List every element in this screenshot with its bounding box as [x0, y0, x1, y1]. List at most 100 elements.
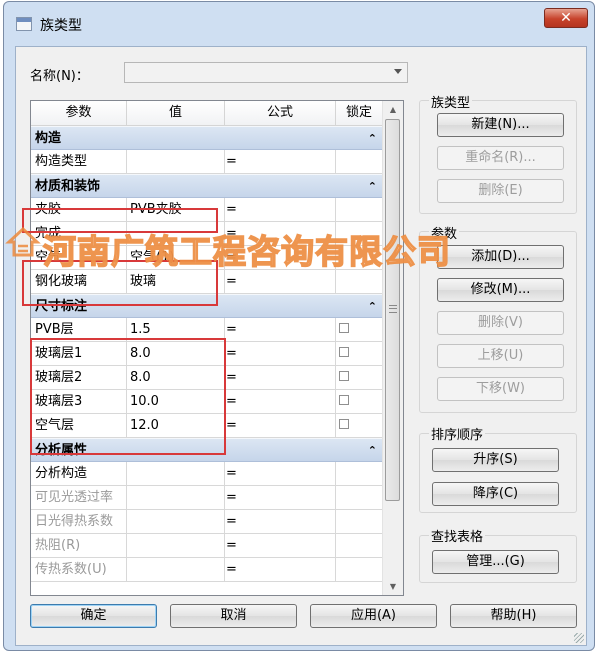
table-row[interactable]: 可见光透过率 = [31, 486, 383, 510]
dialog-window: 族类型 ✕ 名称(N)： 参数 值 公式 锁定 构造 ⌃ 构造类型 = 材质和装饰 ⌃… [3, 1, 595, 651]
param-formula[interactable]: = [225, 486, 336, 509]
apply-button[interactable]: 应用(A) [310, 604, 437, 628]
rename-type-button[interactable]: 重命名(R)... [437, 146, 564, 170]
table-row[interactable]: PVB层 1.5 = [31, 318, 383, 342]
lock-checkbox[interactable] [339, 395, 349, 405]
sort-descending-button[interactable]: 降序(C) [432, 482, 559, 506]
table-row[interactable]: 玻璃层2 8.0 = [31, 366, 383, 390]
param-name: 热阻(R) [31, 534, 127, 557]
param-formula[interactable]: = [225, 246, 336, 269]
lock-checkbox[interactable] [339, 323, 349, 333]
scroll-thumb[interactable] [385, 119, 400, 501]
collapse-icon[interactable]: ⌃ [368, 295, 377, 319]
move-up-button[interactable]: 上移(U) [437, 344, 564, 368]
column-header-lock[interactable]: 锁定 [336, 101, 383, 125]
param-name: 玻璃层1 [31, 342, 127, 365]
param-value[interactable]: 空气(1) [127, 246, 225, 269]
manage-lookup-button[interactable]: 管理...(G) [432, 550, 559, 574]
vertical-scrollbar[interactable]: ▲ ▼ [382, 101, 403, 595]
table-row[interactable]: 夹胶 PVB夹胶 = [31, 198, 383, 222]
collapse-icon[interactable]: ⌃ [368, 127, 377, 151]
table-row[interactable]: 构造类型 = [31, 150, 383, 174]
lock-checkbox[interactable] [339, 347, 349, 357]
title-bar[interactable]: 族类型 ✕ [4, 2, 594, 46]
ok-button[interactable]: 确定 [30, 604, 157, 628]
dialog-client-area: 名称(N)： 参数 值 公式 锁定 构造 ⌃ 构造类型 = 材质和装饰 ⌃ 夹胶 PVB… [15, 46, 587, 646]
param-value[interactable] [127, 534, 225, 557]
param-value[interactable] [127, 222, 225, 245]
param-value[interactable]: 8.0 [127, 342, 225, 365]
param-formula[interactable]: = [225, 534, 336, 557]
collapse-icon[interactable]: ⌃ [368, 439, 377, 463]
param-formula[interactable]: = [225, 366, 336, 389]
column-header-formula[interactable]: 公式 [225, 101, 336, 125]
param-formula[interactable]: = [225, 198, 336, 221]
add-parameter-button[interactable]: 添加(D)... [437, 245, 564, 269]
table-row[interactable]: 空气 空气(1) = [31, 246, 383, 270]
delete-parameter-button[interactable]: 删除(V) [437, 311, 564, 335]
group-header-analysis[interactable]: 分析属性 ⌃ [31, 438, 383, 462]
table-row[interactable]: 传热系数(U) = [31, 558, 383, 582]
new-type-button[interactable]: 新建(N)... [437, 113, 564, 137]
table-row[interactable]: 完成 = [31, 222, 383, 246]
sort-ascending-button[interactable]: 升序(S) [432, 448, 559, 472]
table-row[interactable]: 玻璃层3 10.0 = [31, 390, 383, 414]
param-value[interactable] [127, 558, 225, 581]
param-formula[interactable]: = [225, 342, 336, 365]
help-button[interactable]: 帮助(H) [450, 604, 577, 628]
param-value[interactable]: 10.0 [127, 390, 225, 413]
scroll-up-icon[interactable]: ▲ [383, 101, 403, 118]
grid-rows: 构造 ⌃ 构造类型 = 材质和装饰 ⌃ 夹胶 PVB夹胶 = 完成 = 空气 空气(1) = 钢… [31, 126, 383, 582]
param-value[interactable]: 8.0 [127, 366, 225, 389]
param-formula[interactable]: = [225, 414, 336, 437]
column-header-param[interactable]: 参数 [31, 101, 127, 125]
table-row[interactable]: 日光得热系数 = [31, 510, 383, 534]
table-row[interactable]: 空气层 12.0 = [31, 414, 383, 438]
group-title: 分析属性 [35, 443, 88, 458]
param-value[interactable]: 12.0 [127, 414, 225, 437]
group-header-materials[interactable]: 材质和装饰 ⌃ [31, 174, 383, 198]
family-types-group-title: 族类型 [429, 92, 473, 111]
lock-checkbox[interactable] [339, 419, 349, 429]
param-formula[interactable]: = [225, 510, 336, 533]
collapse-icon[interactable]: ⌃ [368, 175, 377, 199]
param-formula[interactable]: = [225, 462, 336, 485]
param-formula[interactable]: = [225, 318, 336, 341]
group-header-construction[interactable]: 构造 ⌃ [31, 126, 383, 150]
move-down-button[interactable]: 下移(W) [437, 377, 564, 401]
param-value[interactable] [127, 462, 225, 485]
resize-grip-icon[interactable] [574, 633, 584, 643]
param-formula[interactable]: = [225, 558, 336, 581]
param-formula[interactable]: = [225, 390, 336, 413]
param-value[interactable]: 1.5 [127, 318, 225, 341]
close-button[interactable]: ✕ [544, 8, 588, 28]
param-name: 分析构造 [31, 462, 127, 485]
param-formula[interactable]: = [225, 270, 336, 293]
param-value[interactable]: 玻璃 [127, 270, 225, 293]
param-value[interactable] [127, 486, 225, 509]
window-icon [16, 17, 32, 31]
scroll-down-icon[interactable]: ▼ [383, 578, 403, 595]
group-header-dimensions[interactable]: 尺寸标注 ⌃ [31, 294, 383, 318]
param-value[interactable]: PVB夹胶 [127, 198, 225, 221]
lock-cell [336, 558, 383, 581]
param-value[interactable] [127, 510, 225, 533]
lock-checkbox[interactable] [339, 371, 349, 381]
column-header-value[interactable]: 值 [127, 101, 225, 125]
table-row[interactable]: 钢化玻璃 玻璃 = [31, 270, 383, 294]
table-row[interactable]: 分析构造 = [31, 462, 383, 486]
param-formula[interactable]: = [225, 222, 336, 245]
table-row[interactable]: 玻璃层1 8.0 = [31, 342, 383, 366]
table-row[interactable]: 热阻(R) = [31, 534, 383, 558]
delete-type-button[interactable]: 删除(E) [437, 179, 564, 203]
cancel-button[interactable]: 取消 [170, 604, 297, 628]
param-value[interactable] [127, 150, 225, 173]
lock-cell [336, 510, 383, 533]
name-dropdown[interactable] [124, 62, 408, 83]
window-title: 族类型 [40, 18, 82, 34]
param-formula[interactable]: = [225, 150, 336, 173]
param-name: 日光得热系数 [31, 510, 127, 533]
modify-parameter-button[interactable]: 修改(M)... [437, 278, 564, 302]
name-label: 名称(N)： [30, 69, 89, 84]
param-name: 钢化玻璃 [31, 270, 127, 293]
